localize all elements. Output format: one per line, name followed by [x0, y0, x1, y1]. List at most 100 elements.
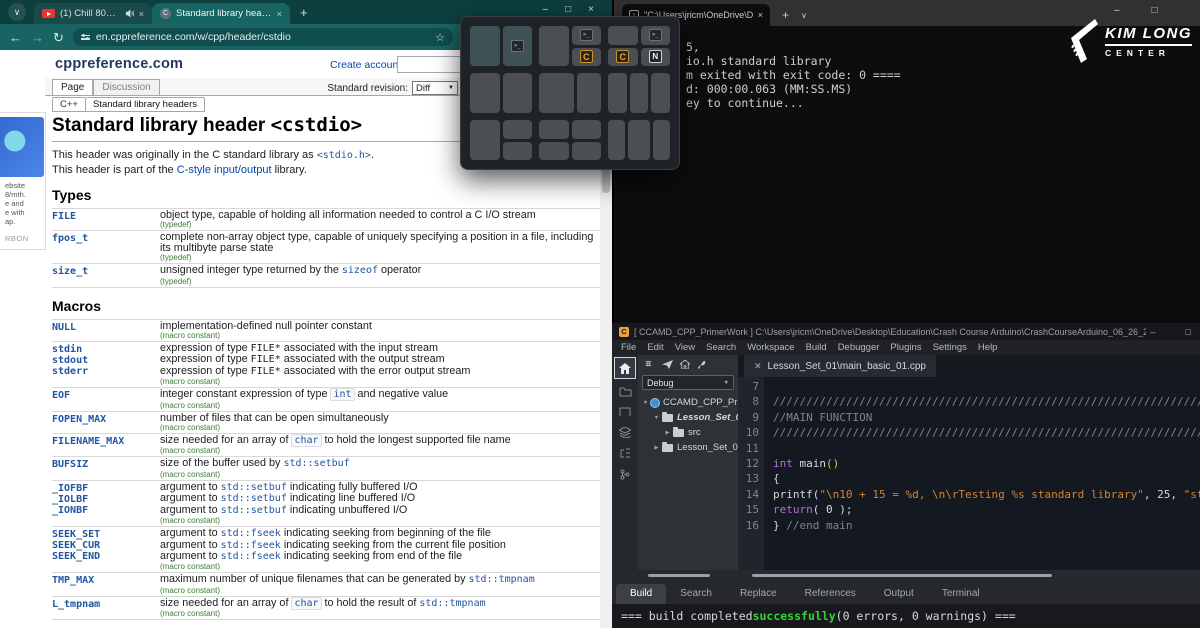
menu-help[interactable]: Help — [978, 342, 998, 353]
code-link[interactable]: std::fseek — [221, 540, 281, 551]
snap-zone-cell[interactable] — [628, 120, 650, 160]
code-link[interactable]: std::setbuf — [221, 505, 287, 516]
menu-edit[interactable]: Edit — [647, 342, 663, 353]
text-link[interactable]: C-style input/output — [177, 164, 272, 176]
code-link[interactable]: std::setbuf — [283, 458, 349, 469]
symbol-link[interactable]: BUFSIZ — [52, 459, 160, 470]
tabs-view-icon[interactable] — [619, 407, 631, 419]
snap-layout-card[interactable]: >_ — [470, 26, 532, 66]
browser-tab-cppreference[interactable]: C Standard library header <cstdi × — [152, 3, 290, 24]
create-account-link[interactable]: Create account — [330, 59, 401, 71]
tree-chevron-icon[interactable]: ▶ — [663, 430, 672, 436]
editor-tab[interactable]: ✕ Lesson_Set_01\main_basic_01.cpp — [744, 355, 936, 377]
snap-zone-cell[interactable] — [608, 120, 625, 160]
snap-zone-cell[interactable]: >_ — [503, 26, 533, 66]
editor-hscroll-thumb[interactable] — [752, 574, 1052, 577]
tree-chevron-icon[interactable]: ▼ — [652, 415, 661, 421]
symbol-link[interactable]: _IOLBF — [52, 494, 160, 505]
address-bar[interactable]: en.cppreference.com/w/cpp/header/cstdio … — [73, 28, 453, 46]
snap-zone-cell[interactable] — [539, 73, 574, 113]
menu-search[interactable]: Search — [706, 342, 736, 353]
symbol-link[interactable]: SEEK_END — [52, 551, 160, 562]
maximize-button[interactable]: □ — [565, 4, 571, 15]
tab-close-icon[interactable]: × — [758, 10, 763, 20]
symbol-link[interactable]: stdout — [52, 355, 160, 366]
outline-view-icon[interactable] — [619, 448, 631, 461]
build-config-select[interactable]: Debug ▼ — [642, 375, 734, 390]
code-link[interactable]: std::fseek — [221, 551, 281, 562]
symbol-link[interactable]: FOPEN_MAX — [52, 414, 160, 425]
symbol-link[interactable]: NULL — [52, 322, 160, 333]
link-icon[interactable] — [644, 360, 655, 369]
menu-plugins[interactable]: Plugins — [890, 342, 921, 353]
code-link[interactable]: <stdio.h> — [317, 150, 371, 161]
snap-layout-card[interactable]: C>_ N — [608, 26, 670, 66]
symbol-link[interactable]: TMP_MAX — [52, 575, 160, 586]
code-link[interactable]: std::setbuf — [221, 493, 287, 504]
new-tab-button[interactable]: + — [300, 5, 308, 20]
breadcrumb-item[interactable]: Standard library headers — [86, 97, 205, 112]
symbol-link[interactable]: size_t — [52, 266, 160, 277]
tree-item[interactable]: ▼CCAMD_CPP_Prim — [638, 395, 738, 410]
snap-zone-cell[interactable]: >_ — [641, 26, 671, 45]
panel-tab-output[interactable]: Output — [870, 584, 928, 604]
panel-tab-replace[interactable]: Replace — [726, 584, 791, 604]
snap-zone-cell[interactable]: N — [641, 48, 671, 67]
folder-view-icon[interactable] — [619, 387, 632, 399]
panel-tab-search[interactable]: Search — [666, 584, 726, 604]
symbol-link[interactable]: stderr — [52, 366, 160, 377]
minimize-button[interactable]: – — [1151, 327, 1156, 337]
maximize-button[interactable]: □ — [1152, 5, 1158, 16]
wrench-icon[interactable] — [697, 360, 707, 370]
snap-zone-cell[interactable] — [608, 26, 638, 45]
snap-zone-cell[interactable] — [470, 120, 500, 160]
tree-item[interactable]: ▼Lesson_Set_01 — [638, 410, 738, 425]
snap-layout-card[interactable] — [539, 120, 601, 160]
snap-zone-cell[interactable] — [539, 142, 569, 161]
panel-hscroll-thumb[interactable] — [648, 574, 710, 577]
menu-build[interactable]: Build — [806, 342, 827, 353]
back-button[interactable]: ← — [9, 31, 22, 44]
bookmark-star-icon[interactable]: ☆ — [435, 31, 445, 44]
sidebar-ad-card[interactable]: ebsite8/mth.e ande withap. RBON — [0, 112, 46, 250]
code-link[interactable]: int — [330, 388, 354, 401]
close-button[interactable]: × — [588, 4, 594, 15]
layers-view-icon[interactable] — [619, 427, 631, 440]
symbol-link[interactable]: EOF — [52, 390, 160, 401]
forward-button[interactable]: → — [31, 31, 44, 44]
browser-tab-youtube[interactable]: (1) Chill 80s Dark Fanta × — [34, 3, 152, 24]
snap-layout-card[interactable] — [470, 120, 532, 160]
home-icon[interactable] — [680, 360, 690, 369]
snap-zone-cell[interactable] — [572, 142, 602, 161]
code-link[interactable]: std::tmpnam — [419, 598, 485, 609]
snap-zone-cell[interactable] — [630, 73, 649, 113]
symbol-link[interactable]: SEEK_SET — [52, 529, 160, 540]
home-tab-icon[interactable] — [614, 357, 636, 379]
panel-tab-terminal[interactable]: Terminal — [928, 584, 994, 604]
code-link[interactable]: std::setbuf — [221, 482, 287, 493]
tree-chevron-icon[interactable]: ▶ — [652, 445, 661, 451]
snap-layout-card[interactable] — [608, 120, 670, 160]
symbol-link[interactable]: FILENAME_MAX — [52, 436, 160, 447]
tree-item[interactable]: ▶Lesson_Set_02 — [638, 440, 738, 455]
menu-file[interactable]: File — [621, 342, 636, 353]
snap-zone-cell[interactable] — [470, 26, 500, 66]
symbol-link[interactable]: FILE — [52, 211, 160, 222]
panel-tab-build[interactable]: Build — [616, 584, 666, 604]
tree-item[interactable]: ▶src — [638, 425, 738, 440]
minimize-button[interactable]: – — [543, 4, 549, 15]
send-icon[interactable] — [662, 360, 673, 369]
snap-zone-cell[interactable] — [503, 142, 533, 161]
snap-zone-cell[interactable]: C — [608, 48, 638, 67]
symbol-link[interactable]: L_tmpnam — [52, 599, 160, 610]
wiki-tab-discussion[interactable]: Discussion — [93, 79, 159, 95]
tree-chevron-icon[interactable]: ▼ — [641, 400, 650, 406]
menu-settings[interactable]: Settings — [933, 342, 967, 353]
menu-debugger[interactable]: Debugger — [838, 342, 880, 353]
snap-layout-card[interactable] — [608, 73, 670, 113]
tab-close-icon[interactable]: × — [277, 9, 282, 19]
symbol-link[interactable]: stdin — [52, 344, 160, 355]
reload-button[interactable]: ↻ — [53, 31, 64, 44]
audio-speaker-icon[interactable] — [125, 9, 134, 18]
snap-layout-card[interactable] — [539, 73, 601, 113]
